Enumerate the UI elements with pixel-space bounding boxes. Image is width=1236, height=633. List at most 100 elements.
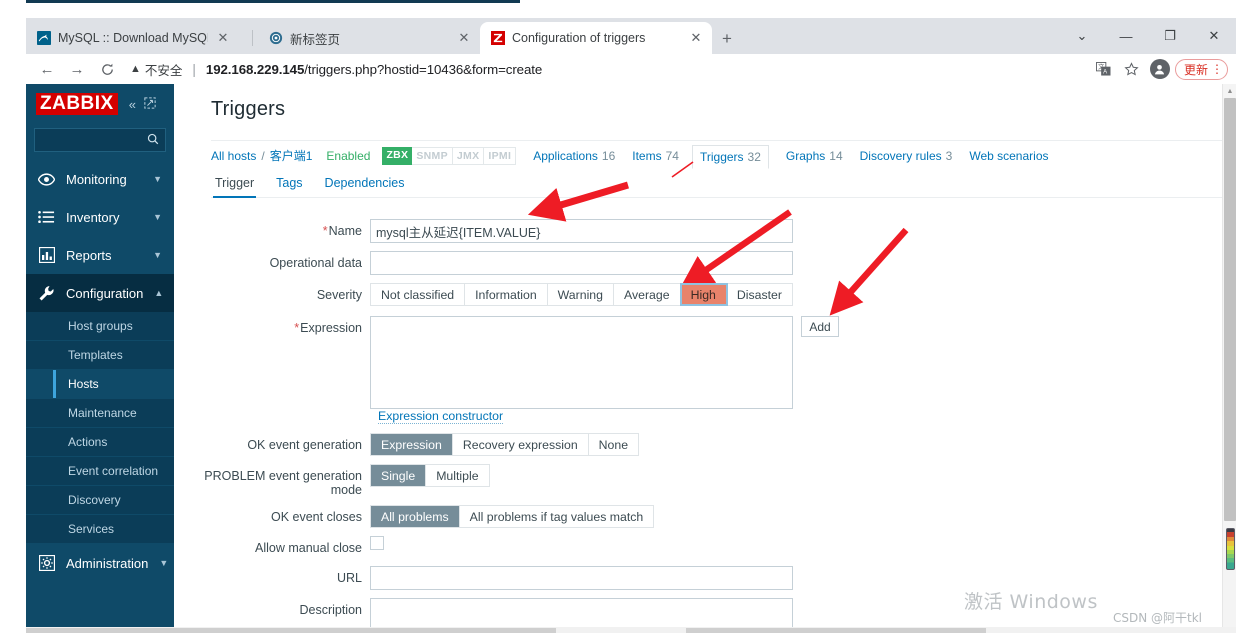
list-icon (38, 209, 55, 226)
trigger-form: *Name Operational data Severity No (174, 219, 1222, 633)
object-nav-discovery-rules[interactable]: Discovery rules 3 (860, 149, 953, 163)
sidebar-item-discovery[interactable]: Discovery (26, 486, 174, 515)
problem-event-mode-option-multiple[interactable]: Multiple (426, 465, 489, 486)
browser-tab-3-close-icon[interactable]: ✕ (688, 30, 704, 46)
allow-manual-close-checkbox[interactable] (370, 536, 384, 550)
back-button[interactable]: ← (32, 56, 62, 82)
name-input[interactable] (370, 219, 793, 243)
field-row-severity: Severity Not classified Information Warn… (174, 283, 1222, 306)
sidebar-item-templates[interactable]: Templates (26, 341, 174, 370)
bookmark-star-icon[interactable] (1119, 57, 1145, 81)
bottom-scrollbar-thumb-left[interactable] (26, 628, 556, 633)
close-window-button[interactable]: ✕ (1192, 20, 1236, 52)
url-label: URL (336, 571, 362, 585)
operational-data-control (370, 251, 1222, 275)
ok-event-closes-option-tag-values-match[interactable]: All problems if tag values match (459, 506, 654, 527)
mysql-dolphin-icon (36, 31, 51, 46)
insecure-indicator[interactable]: ▲ 不安全 (130, 60, 182, 79)
object-nav-triggers-label[interactable]: Triggers (700, 150, 744, 164)
object-nav-web-scenarios[interactable]: Web scenarios (969, 149, 1048, 163)
object-nav-discovery-rules-label[interactable]: Discovery rules (860, 149, 942, 163)
sidebar-item-host-groups[interactable]: Host groups (26, 312, 174, 341)
expression-textarea[interactable] (370, 316, 793, 409)
severity-option-average[interactable]: Average (614, 284, 681, 305)
severity-option-not-classified[interactable]: Not classified (371, 284, 466, 305)
update-button[interactable]: 更新 ⋮ (1174, 58, 1228, 80)
sidebar-item-event-correlation-label: Event correlation (68, 464, 159, 478)
profile-avatar-icon[interactable] (1147, 57, 1173, 81)
sidebar-item-monitoring[interactable]: Monitoring ▼ (26, 160, 174, 198)
object-nav-graphs[interactable]: Graphs 14 (786, 149, 843, 163)
severity-label: Severity (316, 288, 362, 302)
chevron-down-icon[interactable]: ▼ (159, 558, 168, 568)
ok-event-generation-option-expression[interactable]: Expression (371, 434, 453, 455)
new-tab-button[interactable]: + (716, 28, 738, 50)
ok-event-closes-option-all-problems[interactable]: All problems (371, 506, 460, 527)
sidebar-item-hosts[interactable]: Hosts (26, 370, 174, 399)
sidebar-search-box[interactable] (34, 128, 166, 152)
browser-tab-2-close-icon[interactable]: ✕ (456, 30, 472, 46)
ok-event-generation-option-recovery-expression[interactable]: Recovery expression (452, 434, 589, 455)
sidebar-item-inventory[interactable]: Inventory ▼ (26, 198, 174, 236)
object-nav-applications-label[interactable]: Applications (533, 149, 598, 163)
zabbix-logo[interactable]: ZABBIX (36, 93, 118, 115)
vertical-scrollbar[interactable]: ▲ (1222, 84, 1236, 633)
browser-tab-1-close-icon[interactable]: ✕ (215, 30, 231, 46)
bottom-scrollbar-thumb-right[interactable] (686, 628, 986, 633)
sidebar-item-services[interactable]: Services (26, 515, 174, 544)
browser-tab-1[interactable]: MySQL :: Download MySQL Co ✕ (26, 22, 248, 54)
breadcrumb-host[interactable]: 客户端1 (270, 147, 313, 164)
object-nav-applications[interactable]: Applications 16 (533, 149, 615, 163)
omnibox-separator: | (192, 61, 196, 77)
sidebar-item-monitoring-label: Monitoring (66, 171, 127, 187)
restore-button[interactable]: ❐ (1148, 20, 1192, 52)
search-icon[interactable] (147, 133, 159, 148)
chevron-up-icon[interactable]: ▲ (154, 288, 163, 298)
bottom-scrollbar[interactable] (26, 627, 1236, 633)
collapse-pane-icon[interactable] (144, 96, 156, 112)
sidebar-item-event-correlation[interactable]: Event correlation (26, 457, 174, 486)
add-button[interactable]: Add (801, 316, 839, 337)
chevron-down-icon[interactable]: ▼ (153, 212, 162, 222)
problem-event-mode-option-single[interactable]: Single (371, 465, 427, 486)
tab-dependencies[interactable]: Dependencies (314, 168, 416, 197)
ok-event-generation-option-none[interactable]: None (588, 434, 639, 455)
object-nav-graphs-label[interactable]: Graphs (786, 149, 825, 163)
address-bar[interactable]: ▲ 不安全 | 192.168.229.145/triggers.php?hos… (130, 57, 1091, 81)
kebab-menu-icon[interactable]: ⋮ (1211, 62, 1223, 76)
browser-tab-2[interactable]: 新标签页 ✕ (258, 22, 480, 54)
severity-option-high[interactable]: High (679, 283, 728, 306)
search-input[interactable] (35, 133, 165, 147)
forward-button[interactable]: → (62, 56, 92, 82)
vertical-scrollbar-thumb[interactable] (1224, 98, 1236, 521)
sidebar-item-reports[interactable]: Reports ▼ (26, 236, 174, 274)
sidebar-item-configuration-label: Configuration (66, 285, 144, 301)
object-nav-items-label[interactable]: Items (632, 149, 661, 163)
browser-tab-3[interactable]: Configuration of triggers ✕ (480, 22, 712, 54)
sidebar-item-configuration[interactable]: Configuration ▲ (26, 274, 174, 312)
severity-option-information[interactable]: Information (465, 284, 548, 305)
double-chevron-left-icon[interactable]: « (129, 97, 136, 112)
breadcrumb-all-hosts[interactable]: All hosts (211, 149, 256, 163)
url-input[interactable] (370, 566, 793, 590)
tab-trigger[interactable]: Trigger (211, 168, 265, 198)
object-nav-web-scenarios-label[interactable]: Web scenarios (969, 149, 1048, 163)
translate-icon[interactable]: 文A (1091, 57, 1117, 81)
object-nav-items[interactable]: Items 74 (632, 149, 679, 163)
minimize-button[interactable]: — (1104, 20, 1148, 52)
severity-option-disaster[interactable]: Disaster (726, 284, 792, 305)
chevron-down-icon[interactable]: ⌄ (1060, 20, 1104, 52)
expression-constructor-link[interactable]: Expression constructor (378, 409, 504, 424)
sidebar-item-maintenance[interactable]: Maintenance (26, 399, 174, 428)
chevron-down-icon[interactable]: ▼ (153, 250, 162, 260)
severity-option-warning[interactable]: Warning (547, 284, 614, 305)
sidebar-item-administration[interactable]: Administration ▼ (26, 544, 174, 582)
reload-button[interactable] (92, 56, 122, 82)
sidebar-item-actions[interactable]: Actions (26, 428, 174, 457)
object-nav-triggers[interactable]: Triggers 32 (691, 144, 769, 169)
host-status-badge[interactable]: Enabled (326, 149, 370, 163)
operational-data-input[interactable] (370, 251, 793, 275)
scroll-up-arrow-icon[interactable]: ▲ (1223, 85, 1236, 97)
tab-tags[interactable]: Tags (265, 168, 313, 197)
chevron-down-icon[interactable]: ▼ (153, 174, 162, 184)
